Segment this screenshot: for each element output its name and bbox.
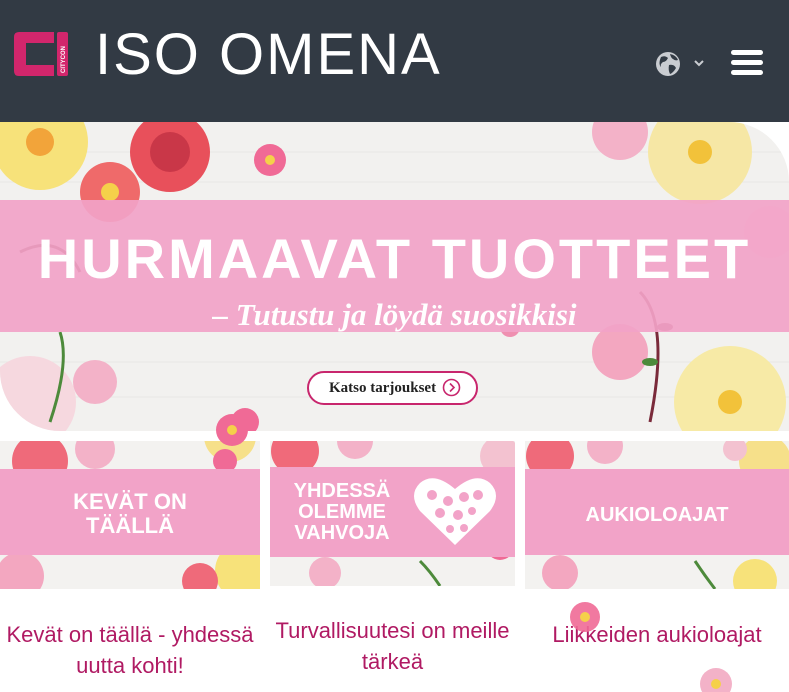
card-spring-banner: KEVÄT ON TÄÄLLÄ xyxy=(73,489,187,538)
hamburger-menu-button[interactable] xyxy=(731,48,763,78)
chevron-down-icon xyxy=(694,60,704,67)
card-opening-hours[interactable]: AUKIOLOAJAT Liikkeiden aukioloajat xyxy=(525,441,789,692)
logo-text: CITYCON xyxy=(61,46,67,73)
flower-decoration-icon xyxy=(570,602,600,632)
flower-decoration-icon xyxy=(700,668,732,692)
flower-decoration-icon xyxy=(216,414,248,446)
hero-subtitle: – Tutustu ja löydä suosikkisi xyxy=(212,297,577,332)
card-safety[interactable]: YHDESSÄ OLEMME VAHVOJA Turvallisuutesi o… xyxy=(270,441,515,692)
view-offers-label: Katso tarjoukset xyxy=(329,380,437,396)
hamburger-icon xyxy=(731,50,763,55)
card-safety-image: YHDESSÄ OLEMME VAHVOJA xyxy=(270,441,515,586)
hero-banner[interactable]: HURMAAVAT TUOTTEET – Tutustu ja löydä su… xyxy=(0,122,789,431)
card-spring-image: KEVÄT ON TÄÄLLÄ xyxy=(0,441,260,589)
card-opening-hours-image: AUKIOLOAJAT xyxy=(525,441,789,589)
card-safety-banner: YHDESSÄ OLEMME VAHVOJA xyxy=(293,480,391,544)
hero-title: HURMAAVAT TUOTTEET xyxy=(37,227,752,290)
card-safety-caption[interactable]: Turvallisuutesi on meille tärkeä xyxy=(270,615,515,677)
card-spring-caption[interactable]: Kevät on täällä - yhdessä uutta kohti! xyxy=(0,619,260,681)
heart-icon xyxy=(414,478,496,545)
card-opening-hours-caption[interactable]: Liikkeiden aukioloajat xyxy=(525,619,789,650)
view-offers-button[interactable]: Katso tarjoukset xyxy=(307,371,478,405)
citycon-logo-icon[interactable]: CITYCON xyxy=(10,29,70,79)
card-spring[interactable]: KEVÄT ON TÄÄLLÄ Kevät on täällä - yhdess… xyxy=(0,441,260,692)
brand-name[interactable]: ISO OMENA xyxy=(95,22,442,88)
card-opening-hours-banner: AUKIOLOAJAT xyxy=(585,504,729,526)
arrow-right-circle-icon xyxy=(442,378,461,397)
language-selector[interactable] xyxy=(654,50,710,80)
site-header: CITYCON ISO OMENA xyxy=(0,0,789,122)
